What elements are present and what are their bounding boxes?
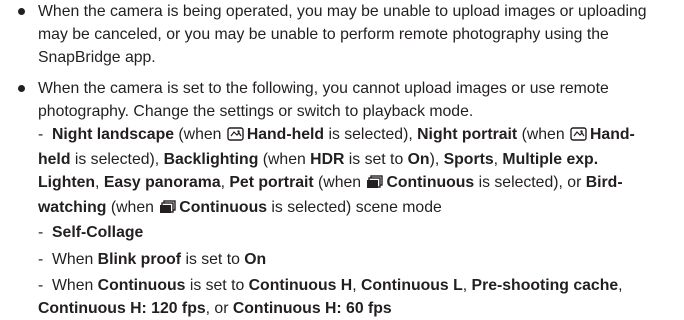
bullet-1-text: When the camera is being operated, you m… (38, 3, 647, 66)
bullet-dot (18, 85, 25, 92)
hand-held-label: Hand- (590, 126, 635, 143)
text-when: (when (262, 151, 306, 168)
bullet-2-text: When the camera is set to the following,… (38, 80, 609, 120)
comma: , (95, 174, 100, 191)
text-when: (when (110, 199, 159, 216)
text-when: (when (318, 174, 366, 191)
continuous-l-label: Continuous L (360, 277, 463, 294)
text-when: (when (178, 126, 226, 143)
text-or: or (214, 300, 229, 317)
hand-held-label-cont: held (38, 151, 71, 168)
night-landscape-label: Night landscape (52, 126, 175, 143)
sub-item-scene-modes: - Night landscape (when Hand-held is sele… (38, 123, 676, 221)
comma: , (352, 277, 357, 294)
dash: - (38, 126, 44, 143)
hand-held-label: Hand-held (246, 126, 325, 143)
text-when: When (52, 251, 94, 268)
text-scene-mode: is selected) scene mode (271, 199, 442, 216)
dash: - (38, 224, 44, 241)
text-is-selected: is selected), (328, 126, 413, 143)
continuous-label: Continuous (386, 174, 475, 191)
backlighting-label: Backlighting (163, 151, 259, 168)
lighten-label: Lighten (38, 174, 96, 191)
sub-item-self-collage: - Self-Collage (38, 221, 676, 244)
self-collage-label: Self-Collage (52, 224, 144, 241)
continuous-shooting-icon (159, 198, 176, 221)
manual-page: When the camera is being operated, you m… (0, 0, 684, 317)
pet-portrait-label: Pet portrait (229, 174, 314, 191)
bullet-text-2: When the camera is set to the following,… (16, 77, 674, 123)
blink-proof-label: Blink proof (97, 251, 182, 268)
sub-item-continuous: - When Continuous is set to Continuous H,… (38, 274, 676, 320)
night-portrait-label: Night portrait (417, 126, 518, 143)
continuous-h-120-label: Continuous H: 120 fps (38, 300, 206, 317)
sports-label: Sports (443, 151, 494, 168)
bird-watching-label-cont: watching (38, 199, 107, 216)
comma: , (493, 151, 499, 168)
pre-shooting-cache-label: Pre-shooting cache (471, 277, 619, 294)
bullet-item-1: When the camera is being operated, you m… (16, 0, 674, 69)
text-is-set-to: is set to (189, 277, 245, 294)
hdr-label: HDR (310, 151, 345, 168)
hand-held-scene-icon (570, 125, 587, 148)
bullet-text-1: When the camera is being operated, you m… (16, 0, 674, 69)
bird-watching-label: Bird- (585, 174, 623, 191)
dash: - (38, 277, 44, 294)
continuous-h-label: Continuous H (248, 277, 353, 294)
multiple-exp-label: Multiple exp. (502, 151, 599, 168)
bullet-dot (18, 8, 25, 15)
bullet-item-2: When the camera is set to the following,… (16, 77, 674, 123)
on-label: On (407, 151, 430, 168)
text-close: ), (429, 151, 440, 168)
dash: - (38, 251, 44, 268)
continuous-h-60-label: Continuous H: 60 fps (232, 300, 392, 317)
sub-item-blink-proof: - When Blink proof is set to On (38, 248, 676, 271)
text-is-set-to: is set to (348, 151, 404, 168)
comma: , (220, 174, 225, 191)
hand-held-scene-icon (227, 125, 244, 148)
text-is-selected-or: is selected), or (478, 174, 582, 191)
comma: , (462, 277, 468, 294)
text-is-selected: is selected), (74, 151, 160, 168)
easy-panorama-label: Easy panorama (103, 174, 221, 191)
text-when: (when (521, 126, 569, 143)
continuous-label: Continuous (179, 199, 268, 216)
text-when: When (52, 277, 94, 294)
comma: , (205, 300, 211, 317)
on-label: On (244, 251, 267, 268)
comma: , (618, 277, 623, 294)
text-is-set-to: is set to (185, 251, 240, 268)
continuous-shooting-icon (366, 173, 384, 196)
continuous-label: Continuous (97, 277, 186, 294)
